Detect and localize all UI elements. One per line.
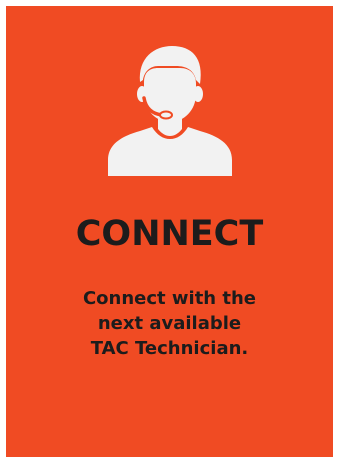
description-line: Connect with the [82, 288, 257, 309]
connect-card[interactable]: CONNECT Connect with the next available … [6, 6, 333, 457]
card-description: Connect with the next available TAC Tech… [36, 286, 303, 361]
support-agent-headset-icon [100, 36, 240, 176]
page: CONNECT Connect with the next available … [0, 0, 339, 462]
card-title: CONNECT [75, 214, 264, 254]
description-line: next available [97, 313, 242, 334]
description-line: TAC Technician. [90, 338, 249, 359]
